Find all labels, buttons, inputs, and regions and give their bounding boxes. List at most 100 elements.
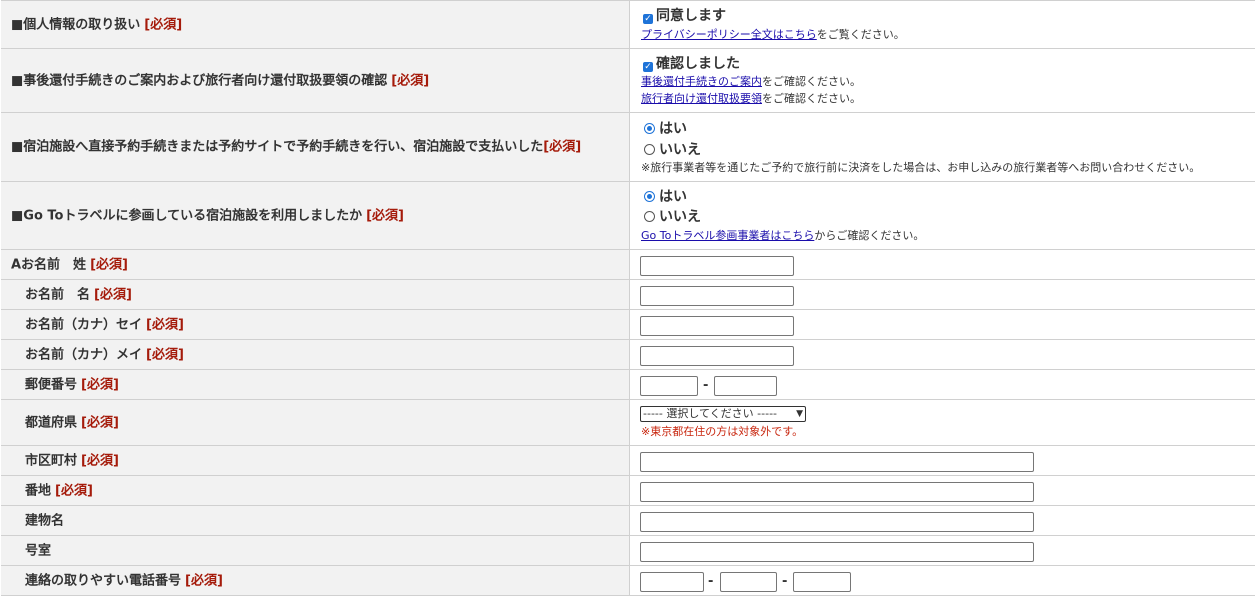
goto-facility-radio-no[interactable]: いいえ <box>644 208 701 226</box>
label-postal-code: 郵便番号 <box>25 377 78 392</box>
required-badge: [必須] <box>81 377 119 392</box>
label-last-name-kana: お名前（カナ）セイ <box>25 317 143 332</box>
prefecture-select[interactable]: ----- 選択してください ----- ▼ <box>640 406 806 422</box>
required-badge: [必須] <box>146 317 184 332</box>
building-input[interactable] <box>640 512 1034 532</box>
street-input[interactable] <box>640 482 1034 502</box>
required-badge: [必須] <box>185 573 223 588</box>
refund-rules-link[interactable]: 旅行者向け還付取扱要領 <box>641 92 762 105</box>
privacy-policy-link[interactable]: プライバシーポリシー全文はこちら <box>641 28 817 41</box>
phone-separator-2: - <box>782 574 788 589</box>
goto-operators-link[interactable]: Go Toトラベル参画事業者はこちら <box>641 229 814 242</box>
required-badge: [必須] <box>543 139 582 155</box>
row-label-cell: 建物名 <box>1 506 630 535</box>
prefecture-note: ※東京都在住の方は対象外です。 <box>641 425 804 438</box>
row-refund-guide: ■事後還付手続きのご案内および旅行者向け還付取扱要領の確認 [必須] ✓ 確認しまし… <box>1 49 1255 113</box>
postal-code-part2-input[interactable] <box>714 376 777 396</box>
row-value-cell <box>630 310 1255 339</box>
phone-part1-input[interactable] <box>640 572 704 592</box>
row-first-name: お名前 名 [必須] <box>1 280 1255 310</box>
row-label-cell: ■宿泊施設へ直接予約手続きまたは予約サイトで予約手続きを行い、宿泊施設で支払いし… <box>1 113 630 181</box>
checkbox-checked-icon: ✓ <box>643 62 653 72</box>
row-direct-booking: ■宿泊施設へ直接予約手続きまたは予約サイトで予約手続きを行い、宿泊施設で支払いし… <box>1 113 1255 182</box>
chevron-down-icon: ▼ <box>796 409 803 419</box>
row-room: 号室 <box>1 536 1255 566</box>
phone-part3-input[interactable] <box>793 572 851 592</box>
goto-facility-radio-yes[interactable]: はい <box>644 188 687 206</box>
row-goto-facility: ■Go Toトラベルに参画している宿泊施設を利用しましたか [必須] はい いいえ… <box>1 182 1255 250</box>
row-label-cell: ■Go Toトラベルに参画している宿泊施設を利用しましたか [必須] <box>1 182 630 249</box>
row-label-cell: 郵便番号 [必須] <box>1 370 630 399</box>
application-form-table: ■個人情報の取り扱い [必須] ✓ 同意します プライバシーポリシー全文はこちらをご… <box>1 0 1255 598</box>
last-name-kana-input[interactable] <box>640 316 794 336</box>
first-name-kana-input[interactable] <box>640 346 794 366</box>
row-value-cell <box>630 250 1255 279</box>
radio-no-label: いいえ <box>659 209 701 225</box>
row-label-cell: お名前（カナ）メイ [必須] <box>1 340 630 369</box>
row-last-name: Aお名前 姓 [必須] <box>1 250 1255 280</box>
last-name-input[interactable] <box>640 256 794 276</box>
row-value-cell <box>630 446 1255 475</box>
row-privacy: ■個人情報の取り扱い [必須] ✓ 同意します プライバシーポリシー全文はこちらをご… <box>1 1 1255 49</box>
radio-yes-label: はい <box>659 121 687 137</box>
row-label-cell: 連絡の取りやすい電話番号 [必須] <box>1 566 630 595</box>
row-city: 市区町村 [必須] <box>1 446 1255 476</box>
label-refund-guide: ■事後還付手続きのご案内および旅行者向け還付取扱要領の確認 <box>11 73 388 88</box>
required-badge: [必須] <box>146 347 184 362</box>
radio-unselected-icon <box>644 211 655 222</box>
direct-booking-radio-yes[interactable]: はい <box>644 120 687 138</box>
row-postal-code: 郵便番号 [必須] - <box>1 370 1255 400</box>
label-first-name-kana: お名前（カナ）メイ <box>25 347 143 362</box>
row-value-cell <box>630 506 1255 535</box>
prefecture-selected-option: ----- 選択してください ----- <box>643 407 778 420</box>
required-badge: [必須] <box>366 208 404 223</box>
row-value-cell <box>630 476 1255 505</box>
row-value-cell <box>630 280 1255 309</box>
row-value-cell <box>630 536 1255 565</box>
radio-selected-icon <box>644 191 655 202</box>
privacy-agree-label: 同意します <box>656 8 726 24</box>
postal-code-part1-input[interactable] <box>640 376 698 396</box>
row-label-cell: 番地 [必須] <box>1 476 630 505</box>
required-badge: [必須] <box>391 73 430 88</box>
required-badge: [必須] <box>81 453 119 468</box>
label-direct-booking: ■宿泊施設へ直接予約手続きまたは予約サイトで予約手続きを行い、宿泊施設で支払いし… <box>11 139 544 155</box>
row-value-cell: ✓ 同意します プライバシーポリシー全文はこちらをご覧ください。 <box>630 1 1255 48</box>
label-street: 番地 <box>25 483 52 498</box>
postal-separator: - <box>703 378 709 393</box>
row-building: 建物名 <box>1 506 1255 536</box>
label-prefecture: 都道府県 <box>25 415 78 430</box>
required-badge: [必須] <box>90 257 128 272</box>
row-label-cell: Aお名前 姓 [必須] <box>1 250 630 279</box>
privacy-link-suffix: をご覧ください。 <box>816 28 905 41</box>
room-input[interactable] <box>640 542 1034 562</box>
privacy-agree-checkbox[interactable]: ✓ 同意します <box>643 7 726 25</box>
row-label-cell: 市区町村 [必須] <box>1 446 630 475</box>
required-badge: [必須] <box>55 483 93 498</box>
refund-confirm-checkbox[interactable]: ✓ 確認しました <box>643 55 740 73</box>
first-name-input[interactable] <box>640 286 794 306</box>
refund-guide-link[interactable]: 事後還付手続きのご案内 <box>641 75 762 88</box>
row-label-cell: お名前 名 [必須] <box>1 280 630 309</box>
label-building: 建物名 <box>25 513 65 528</box>
row-label-cell: ■事後還付手続きのご案内および旅行者向け還付取扱要領の確認 [必須] <box>1 49 630 112</box>
row-last-name-kana: お名前（カナ）セイ [必須] <box>1 310 1255 340</box>
label-last-name: Aお名前 姓 <box>11 257 87 272</box>
row-value-cell: はい いいえ Go Toトラベル参画事業者はこちらからご確認ください。 <box>630 182 1255 249</box>
phone-part2-input[interactable] <box>720 572 777 592</box>
phone-separator-1: - <box>708 574 714 589</box>
goto-link-suffix: からご確認ください。 <box>814 229 925 242</box>
label-goto-facility: ■Go Toトラベルに参画している宿泊施設を利用しましたか <box>11 208 363 223</box>
refund-rules-link-suffix: をご確認ください。 <box>762 92 861 105</box>
row-value-cell <box>630 340 1255 369</box>
radio-selected-icon <box>644 123 655 134</box>
row-value-cell: はい いいえ ※旅行事業者等を通じたご予約で旅行前に決済をした場合は、お申し込み… <box>630 113 1255 181</box>
row-label-cell: 都道府県 [必須] <box>1 400 630 445</box>
label-city: 市区町村 <box>25 453 78 468</box>
checkbox-checked-icon: ✓ <box>643 14 653 24</box>
direct-booking-radio-no[interactable]: いいえ <box>644 141 701 159</box>
label-privacy: ■個人情報の取り扱い <box>11 17 141 32</box>
row-value-cell: ✓ 確認しました 事後還付手続きのご案内をご確認ください。 旅行者向け還付取扱要領… <box>630 49 1255 112</box>
row-label-cell: お名前（カナ）セイ [必須] <box>1 310 630 339</box>
city-input[interactable] <box>640 452 1034 472</box>
